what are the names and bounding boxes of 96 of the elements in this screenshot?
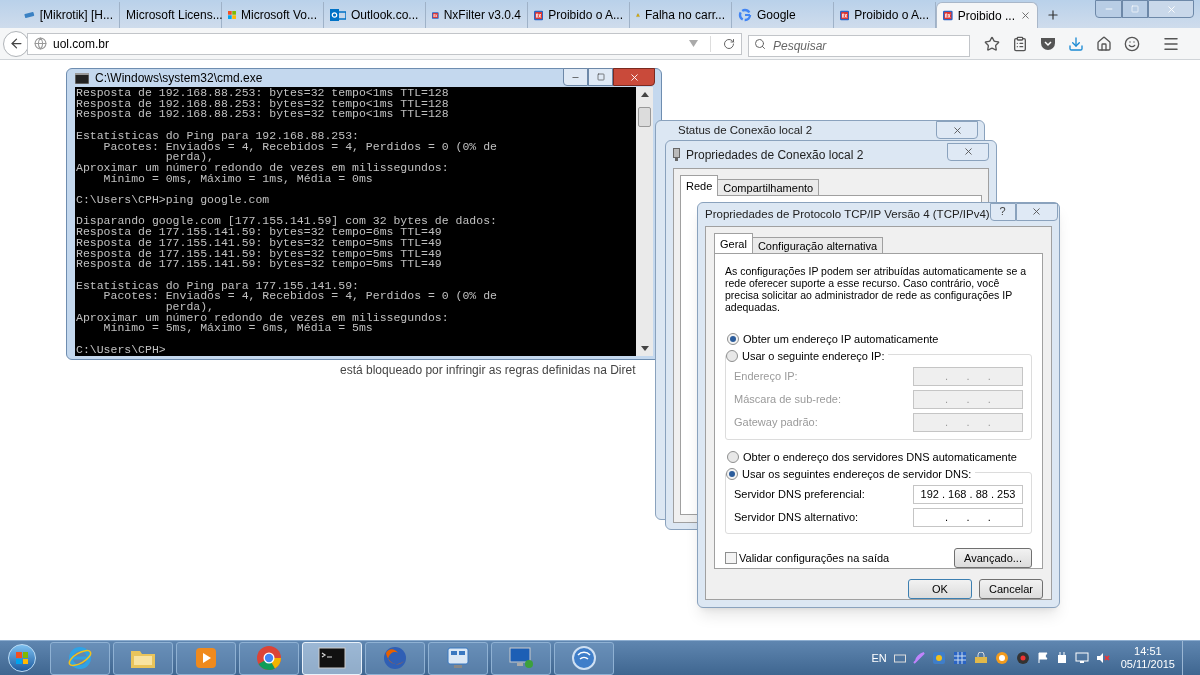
description-text: As configurações IP podem ser atribuídas automaticamente se a rede oferecer suporte a esse recurso. Caso contrário, você precisa solicitar ao administrador de rede as configurações IP adequadas. bbox=[725, 265, 1027, 313]
maximize-button[interactable] bbox=[588, 68, 613, 86]
close-button[interactable] bbox=[613, 68, 655, 86]
page-text: está bloqueado por infringir as regras definidas na Diret bbox=[340, 362, 636, 379]
close-button[interactable] bbox=[936, 121, 978, 139]
flag-icon[interactable] bbox=[1036, 652, 1049, 664]
monitor-icon bbox=[507, 646, 535, 670]
radio-button[interactable] bbox=[727, 450, 739, 463]
window-title: C:\Windows\system32\cmd.exe bbox=[95, 70, 263, 87]
ip-address-field[interactable]: 192 . 168 . 88 . 253 bbox=[913, 485, 1023, 504]
language-indicator[interactable]: EN bbox=[871, 649, 887, 667]
console-icon bbox=[75, 72, 89, 84]
scroll-up-icon[interactable] bbox=[640, 92, 649, 97]
console-output: Resposta de 192.168.88.253: bytes=32 tempo<1ms TTL=128 Resposta de 192.168.88.253: bytes=32 tempo<1ms TTL=128 Resposta de 192.168.88.253: bytes=32 tempo<1ms TTL=128 Estatísticas do Ping para 192.168.88.253: Pacotes: Enviados = 4, Recebidos = 4, Perdidos = 0 (0% de perda), Aproximar um número redondo de vezes em milissegundos: Mínimo = 0ms, Máximo = 1ms, Média = 0ms C:\Users\CPH>ping google.com Disparando google.com [177.155.141.59] com 32 bytes de dados: Resposta de 177.155.141.59: bytes=32 tempo=6ms TTL=49 Resposta de 177.155.141.59: bytes=32 tempo=5ms TTL=49 Resposta de 177.155.141.59: bytes=32 tempo=5ms TTL=49 Resposta de 177.155.141.59: bytes=32 tempo=5ms TTL=49 Estatísticas do Ping para 177.155.141.59: Pacotes: Enviados = 4, Recebidos = 4, Perdidos = 0 (0% de perda), Aproximar um número redondo de vezes em milissegundos: Mínimo = 5ms, Máximo = 6ms, Média = 5ms C:\Users\CPH> bbox=[75, 87, 498, 356]
browser-e-icon bbox=[67, 645, 93, 671]
network-adapter-icon bbox=[673, 148, 680, 161]
plug-icon[interactable] bbox=[1055, 652, 1068, 664]
network-panel-icon bbox=[445, 646, 471, 670]
ring-icon[interactable] bbox=[994, 651, 1009, 665]
muted-speaker-icon[interactable] bbox=[1095, 652, 1110, 664]
maximize-icon bbox=[596, 73, 605, 81]
round-logo-icon bbox=[256, 645, 282, 671]
checkbox-label: Validar configurações na saída bbox=[739, 550, 890, 566]
radio-label: Usar o seguinte endereço IP: bbox=[742, 348, 885, 364]
download-icon[interactable] bbox=[1068, 35, 1084, 52]
close-icon bbox=[628, 71, 640, 83]
window-title: Status de Conexão local 2 bbox=[678, 124, 813, 137]
mail-icon bbox=[330, 8, 346, 22]
window-title: Propriedades de Protocolo TCP/IP Versão 4 (TCP/IPv4) bbox=[705, 206, 990, 222]
ok-button[interactable]: OK bbox=[908, 579, 972, 599]
app-logo-icon bbox=[943, 8, 953, 23]
browser-tab[interactable]: Proibido ... bbox=[936, 2, 1038, 28]
play-icon bbox=[194, 646, 218, 670]
scroll-thumb[interactable] bbox=[638, 107, 651, 127]
dropdown-icon[interactable] bbox=[689, 40, 698, 47]
radio-label: Usar os seguintes endereços de servidor DNS: bbox=[742, 467, 972, 482]
close-icon bbox=[1031, 206, 1043, 217]
network-status-icon[interactable] bbox=[1074, 652, 1089, 664]
fox-globe-icon bbox=[382, 645, 408, 671]
scrollbar[interactable] bbox=[636, 87, 653, 356]
radio-label: Obter o endereço dos servidores DNS automaticamente bbox=[743, 449, 1017, 465]
field-label: Endereço IP: bbox=[734, 368, 798, 384]
shield-icon[interactable] bbox=[1015, 651, 1030, 665]
address-bar[interactable]: uol.com.br bbox=[27, 32, 742, 55]
dialog-tab[interactable]: Rede bbox=[680, 175, 719, 196]
cancel-button[interactable]: Cancelar bbox=[979, 579, 1043, 599]
close-icon bbox=[962, 146, 974, 157]
lock-icon[interactable] bbox=[973, 652, 988, 664]
chat-bubble-icon[interactable] bbox=[1124, 35, 1140, 52]
dialog-tab[interactable]: Compartilhamento bbox=[717, 179, 820, 196]
search-icon bbox=[754, 37, 766, 50]
radio-label: Obter um endereço IP automaticamente bbox=[743, 332, 939, 347]
clock-date[interactable]: 05/11/2015 bbox=[1120, 658, 1175, 671]
keyboard-icon[interactable] bbox=[893, 653, 906, 663]
close-tab-icon[interactable] bbox=[1020, 10, 1031, 21]
radio-button[interactable] bbox=[727, 333, 739, 346]
new-tab-icon[interactable] bbox=[1046, 8, 1060, 22]
close-button[interactable] bbox=[947, 142, 989, 161]
reload-icon[interactable] bbox=[723, 37, 735, 50]
globe-icon bbox=[34, 37, 47, 50]
minimize-button[interactable] bbox=[1095, 0, 1122, 18]
close-button[interactable] bbox=[1015, 202, 1058, 221]
tray-app-icon[interactable] bbox=[931, 651, 946, 665]
grid-icon[interactable] bbox=[952, 651, 967, 665]
close-icon bbox=[1165, 3, 1177, 15]
field-label: Servidor DNS preferencial: bbox=[734, 487, 865, 503]
clock-time[interactable]: 14:51 bbox=[1134, 645, 1162, 658]
feather-icon[interactable] bbox=[912, 652, 925, 664]
round-app-icon bbox=[571, 645, 597, 671]
tiles-icon bbox=[228, 8, 236, 22]
terminal-icon bbox=[318, 647, 346, 669]
minimize-button[interactable] bbox=[563, 68, 588, 86]
url-text: uol.com.br bbox=[53, 35, 110, 53]
ip-address-field[interactable]: . . . bbox=[913, 508, 1023, 527]
g-logo-icon bbox=[738, 8, 752, 22]
field-label: Servidor DNS alternativo: bbox=[734, 510, 859, 526]
pocket-icon[interactable] bbox=[1040, 36, 1056, 51]
bookmark-star-icon[interactable] bbox=[984, 35, 1000, 52]
close-button[interactable] bbox=[1148, 0, 1194, 18]
search-field[interactable]: Pesquisar bbox=[748, 34, 970, 57]
maximize-icon bbox=[1131, 5, 1139, 13]
advanced-button[interactable]: Avançado... bbox=[954, 548, 1032, 568]
checkbox[interactable] bbox=[725, 552, 737, 564]
window-title: Propriedades de Conexão local 2 bbox=[686, 146, 864, 164]
close-icon bbox=[951, 124, 963, 136]
scroll-down-icon[interactable] bbox=[640, 345, 649, 351]
dialog-tab[interactable]: Geral bbox=[714, 233, 753, 254]
back-button[interactable] bbox=[3, 30, 29, 57]
maximize-button[interactable] bbox=[1122, 0, 1148, 18]
field-label: Gateway padrão: bbox=[734, 414, 818, 430]
radio-button[interactable] bbox=[726, 468, 738, 481]
home-icon[interactable] bbox=[1096, 35, 1112, 52]
help-button[interactable]: ? bbox=[989, 202, 1016, 221]
clipboard-icon[interactable] bbox=[1012, 35, 1028, 52]
field-label: Máscara de sub-rede: bbox=[734, 391, 841, 407]
radio-button[interactable] bbox=[726, 349, 738, 362]
